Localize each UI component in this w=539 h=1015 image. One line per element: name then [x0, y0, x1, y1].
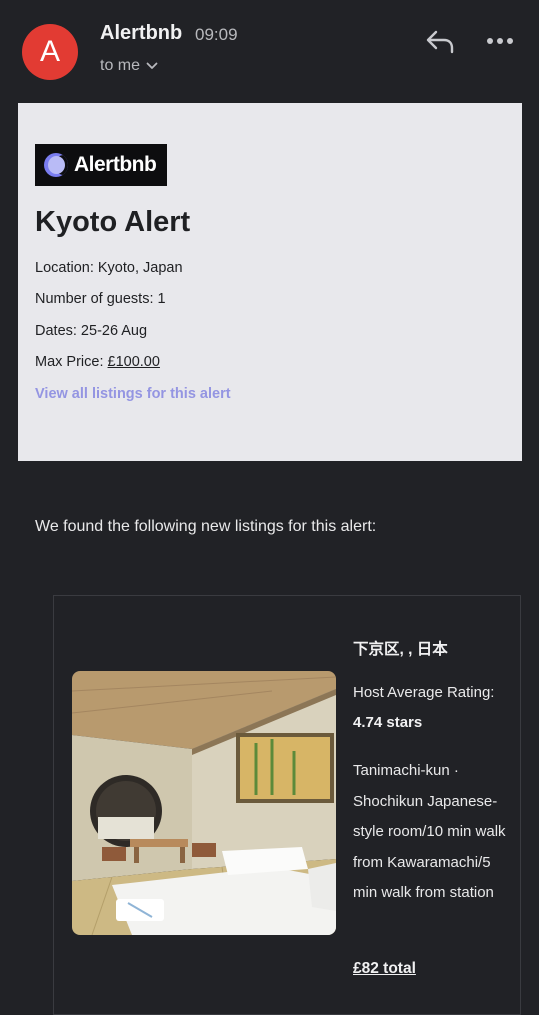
more-options-button[interactable] — [486, 30, 516, 52]
listing-description[interactable]: Tanimachi-kun · Shochikun Japanese-style… — [353, 756, 511, 909]
recipient-label: to me — [100, 57, 141, 74]
logo-mark-icon — [44, 153, 68, 177]
alert-location: Location: Kyoto, Japan — [35, 260, 183, 276]
more-icon — [487, 38, 513, 44]
alert-title: Kyoto Alert — [35, 206, 191, 238]
alert-dates: Dates: 25-26 Aug — [35, 323, 148, 339]
view-all-listings-link[interactable]: View all listings for this alert — [35, 386, 231, 402]
reply-button[interactable] — [424, 28, 458, 56]
recipient-toggle[interactable]: to me — [100, 57, 158, 75]
listing-card: 下京区, , 日本 Host Average Rating: 4.74 star… — [53, 595, 521, 1015]
logo-text: Alertbnb — [74, 153, 157, 176]
message-time: 09:09 — [195, 25, 238, 44]
chevron-down-icon — [146, 62, 158, 69]
max-price-value: £100.00 — [107, 354, 160, 370]
rating-value: 4.74 stars — [353, 714, 423, 731]
listing-photo[interactable] — [72, 671, 336, 935]
alert-guests: Number of guests: 1 — [35, 291, 166, 307]
listing-total-link[interactable]: £82 total — [353, 960, 416, 978]
alert-max-price: Max Price: £100.00 — [35, 354, 160, 370]
intro-text: We found the following new listings for … — [35, 518, 377, 535]
avatar-letter: A — [39, 35, 60, 68]
max-price-label: Max Price: — [35, 354, 108, 370]
rating-label: Host Average Rating: — [353, 684, 495, 701]
sender-avatar[interactable]: A — [22, 24, 78, 80]
listing-location: 下京区, , 日本 — [353, 641, 448, 658]
alert-summary-card: Alertbnb Kyoto Alert Location: Kyoto, Ja… — [18, 103, 522, 461]
alertbnb-logo: Alertbnb — [35, 144, 167, 186]
reply-icon — [426, 30, 454, 54]
sender-name: Alertbnb — [100, 22, 183, 44]
